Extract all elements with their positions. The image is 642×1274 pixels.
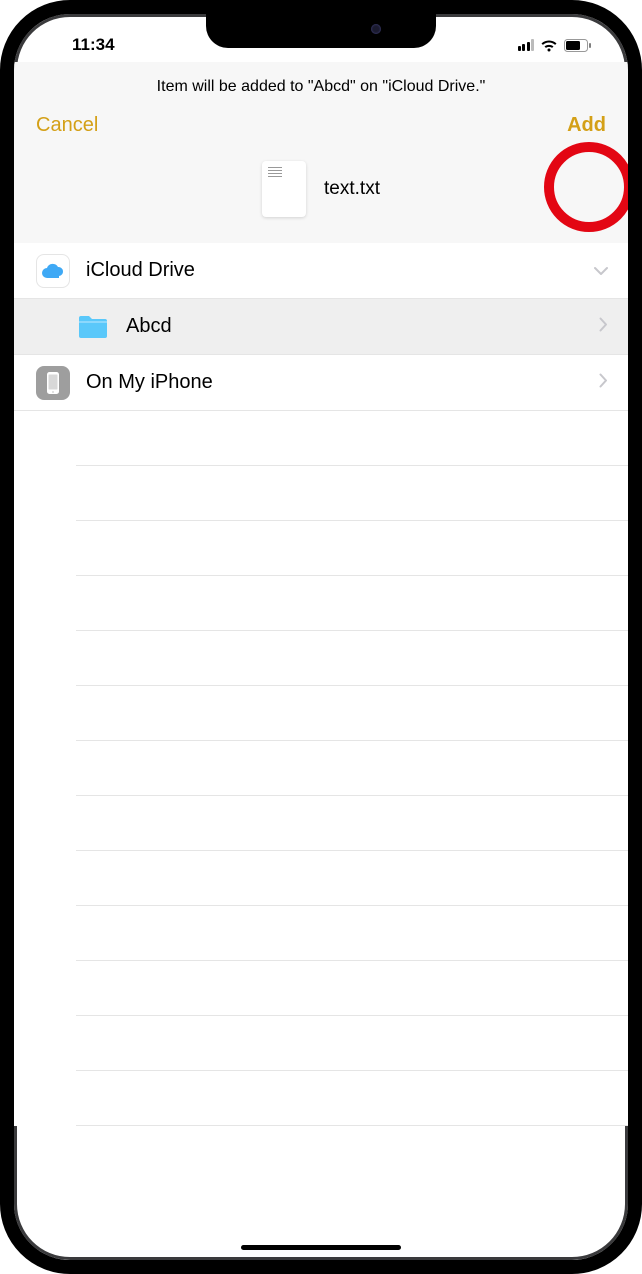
folder-icon — [76, 310, 110, 344]
chevron-down-icon — [594, 259, 608, 282]
file-preview: text.txt — [14, 155, 628, 243]
location-row-icloud-drive[interactable]: iCloud Drive — [14, 243, 628, 299]
battery-icon — [564, 39, 592, 52]
location-label: On My iPhone — [86, 371, 599, 394]
device-notch — [206, 14, 436, 48]
wifi-icon — [540, 39, 558, 52]
location-label: Abcd — [126, 315, 599, 338]
cellular-icon — [518, 39, 535, 51]
device-frame: 11:34 Item will be added to "Abcd" on "i… — [0, 0, 642, 1274]
location-row-on-my-iphone[interactable]: On My iPhone — [14, 355, 628, 411]
screen: 11:34 Item will be added to "Abcd" on "i… — [14, 14, 628, 1260]
location-label: iCloud Drive — [86, 259, 594, 282]
location-row-abcd[interactable]: Abcd — [14, 299, 628, 355]
empty-rows — [14, 411, 628, 1126]
status-icons — [518, 39, 599, 52]
file-name-label: text.txt — [324, 178, 380, 200]
location-list: iCloud Drive Abcd — [14, 243, 628, 411]
chevron-right-icon — [599, 371, 608, 394]
file-thumbnail-icon — [262, 161, 306, 217]
destination-subtitle: Item will be added to "Abcd" on "iCloud … — [14, 62, 628, 114]
nav-row: Cancel Add — [14, 114, 628, 155]
iphone-icon — [36, 366, 70, 400]
cancel-button[interactable]: Cancel — [36, 114, 98, 137]
icloud-icon — [36, 254, 70, 288]
add-button[interactable]: Add — [567, 114, 606, 137]
chevron-right-icon — [599, 315, 608, 338]
status-time: 11:34 — [44, 35, 115, 55]
home-indicator[interactable] — [241, 1245, 401, 1250]
